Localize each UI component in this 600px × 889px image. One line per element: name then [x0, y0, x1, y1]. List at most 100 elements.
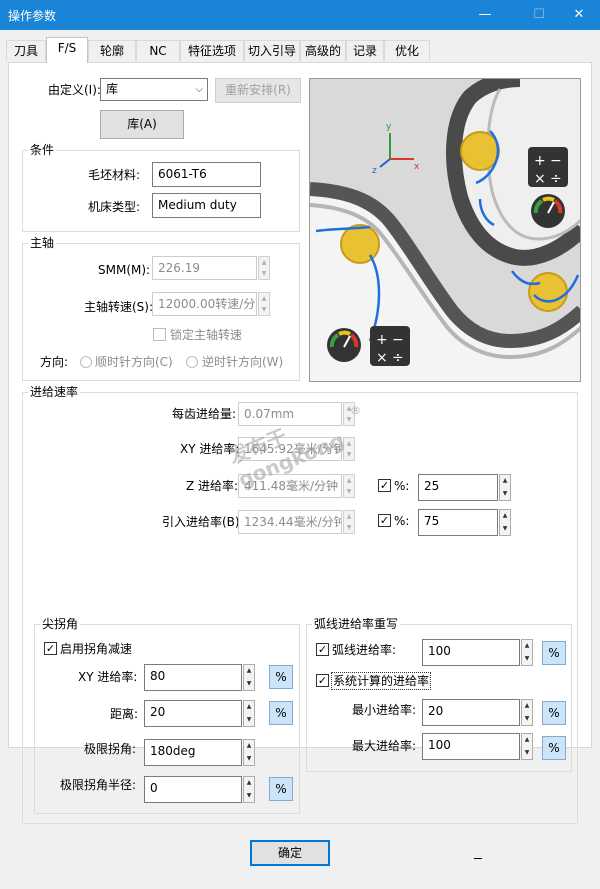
tab-feature-options[interactable]: 特征选项	[180, 40, 244, 61]
chevron-down-icon: ⌵	[195, 84, 203, 95]
library-button[interactable]: 库(A)	[100, 110, 184, 139]
define-select[interactable]: 库 ⌵	[100, 78, 208, 101]
z-pct-field[interactable]: 25	[418, 474, 498, 501]
close-button[interactable]: ✕	[556, 0, 600, 30]
spindle-speed-field[interactable]: 12000.00转速/分钟	[152, 292, 257, 316]
limit-radius-stepper[interactable]: ▲ ▼	[243, 776, 255, 803]
corner-title: 尖拐角	[40, 617, 81, 631]
toolpath-preview-image: y x z + − × ÷ + − × ÷	[309, 78, 581, 382]
direction-label: 方向:	[40, 355, 69, 369]
stock-material-label: 毛坯材料:	[88, 168, 141, 182]
z-pct-stepper[interactable]: ▲ ▼	[499, 474, 511, 501]
tab-advanced[interactable]: 高级的	[300, 40, 346, 61]
ccw-label: 逆时针方向(W)	[202, 355, 284, 369]
define-label: 由定义(I):	[48, 83, 101, 97]
arc-feed-checkbox[interactable]: ✓	[316, 643, 329, 656]
tab-fs[interactable]: F/S	[46, 37, 88, 63]
preview-svg: y x z + − × ÷ + − × ÷	[310, 79, 580, 381]
lead-feed-field[interactable]: 1234.44毫米/分钟	[238, 510, 342, 534]
tab-lead-in[interactable]: 切入引导	[244, 40, 300, 61]
svg-text:−: −	[550, 153, 562, 169]
svg-text:+: +	[376, 332, 388, 348]
tab-contour[interactable]: 轮廓	[88, 40, 136, 61]
svg-text:x: x	[414, 162, 420, 172]
spindle-speed-label: 主轴转速(S):	[84, 300, 154, 314]
svg-text:÷: ÷	[392, 350, 404, 366]
maximize-icon: ☐	[533, 7, 545, 22]
arc-feed-pct-button[interactable]: %	[542, 641, 566, 665]
min-feed-stepper[interactable]: ▲ ▼	[521, 699, 533, 726]
lead-pct-checkbox[interactable]: ✓	[378, 514, 391, 527]
watermark-registered: ®	[350, 404, 361, 417]
corner-xy-stepper[interactable]: ▲ ▼	[243, 664, 255, 691]
machine-type-field[interactable]: Medium duty	[152, 193, 261, 218]
cw-radio[interactable]	[80, 356, 92, 368]
enable-corner-label: 启用拐角减速	[60, 642, 133, 656]
minimize-button[interactable]: —	[462, 0, 508, 30]
z-feed-stepper[interactable]: ▲ ▼	[343, 474, 355, 498]
cw-label: 顺时针方向(C)	[95, 355, 173, 369]
svg-text:+: +	[534, 153, 546, 169]
lead-pct-label: %:	[394, 514, 410, 528]
limit-radius-field[interactable]: 0	[144, 776, 242, 803]
limit-angle-stepper[interactable]: ▲ ▼	[243, 739, 255, 766]
max-feed-field[interactable]: 100	[422, 733, 520, 760]
max-feed-stepper[interactable]: ▲ ▼	[521, 733, 533, 760]
arc-feed-stepper[interactable]: ▲ ▼	[521, 639, 533, 666]
smm-stepper[interactable]: ▲ ▼	[258, 256, 270, 280]
tab-tool[interactable]: 刀具	[6, 40, 46, 61]
machine-type-label: 机床类型:	[88, 200, 141, 214]
z-pct-checkbox[interactable]: ✓	[378, 479, 391, 492]
lock-spindle-checkbox[interactable]	[153, 328, 166, 341]
spindle-title: 主轴	[28, 236, 57, 250]
tab-optimize[interactable]: 优化	[384, 40, 430, 61]
title-bar: 操作参数 — ☐ ✕	[0, 0, 600, 30]
system-feed-checkbox[interactable]: ✓	[316, 674, 329, 687]
stock-material-field[interactable]: 6061-T6	[152, 162, 261, 187]
z-feed-label: Z 进给率:	[186, 479, 239, 493]
tab-nc[interactable]: NC	[136, 40, 180, 61]
svg-text:×: ×	[376, 350, 388, 366]
conditions-title: 条件	[28, 143, 57, 157]
arc-feed-label: 弧线进给率:	[332, 643, 397, 657]
lead-feed-label: 引入进给率(B):	[162, 515, 244, 529]
svg-text:÷: ÷	[550, 171, 562, 187]
smm-field[interactable]: 226.19	[152, 256, 257, 280]
lead-pct-stepper[interactable]: ▲ ▼	[499, 509, 511, 536]
limit-radius-pct-button[interactable]: %	[269, 777, 293, 801]
lead-feed-stepper[interactable]: ▲ ▼	[343, 510, 355, 534]
arc-feed-field[interactable]: 100	[422, 639, 520, 666]
ccw-radio[interactable]	[186, 356, 198, 368]
system-feed-label: 系统计算的进给率	[331, 672, 432, 690]
corner-distance-stepper[interactable]: ▲ ▼	[243, 700, 255, 727]
lead-pct-field[interactable]: 75	[418, 509, 498, 536]
corner-distance-pct-button[interactable]: %	[269, 701, 293, 725]
svg-text:z: z	[372, 166, 377, 176]
arc-title: 弧线进给率重写	[312, 617, 401, 631]
minimize-icon: —	[478, 7, 492, 22]
corner-xy-pct-button[interactable]: %	[269, 665, 293, 689]
max-feed-label: 最大进给率:	[352, 739, 417, 753]
limit-angle-label: 极限拐角:	[84, 742, 137, 756]
ok-button[interactable]: 确定	[250, 840, 330, 866]
tab-log[interactable]: 记录	[346, 40, 384, 61]
define-select-value: 库	[106, 82, 119, 96]
feed-rate-title: 进给速率	[28, 385, 81, 399]
svg-text:×: ×	[534, 171, 546, 187]
per-tooth-label: 每齿进给量:	[172, 407, 237, 421]
enable-corner-checkbox[interactable]: ✓	[44, 642, 57, 655]
svg-text:−: −	[392, 332, 404, 348]
limit-angle-field[interactable]: 180deg	[144, 739, 242, 766]
cursor-mark	[474, 858, 482, 859]
min-feed-field[interactable]: 20	[422, 699, 520, 726]
spindle-speed-stepper[interactable]: ▲ ▼	[258, 292, 270, 316]
corner-distance-field[interactable]: 20	[144, 700, 242, 727]
z-pct-label: %:	[394, 479, 410, 493]
corner-xy-field[interactable]: 80	[144, 664, 242, 691]
svg-text:y: y	[386, 122, 392, 132]
window-title: 操作参数	[8, 9, 57, 23]
min-feed-pct-button[interactable]: %	[542, 701, 566, 725]
reschedule-button[interactable]: 重新安排(R)	[215, 78, 301, 103]
max-feed-pct-button[interactable]: %	[542, 736, 566, 760]
corner-distance-label: 距离:	[110, 707, 139, 721]
